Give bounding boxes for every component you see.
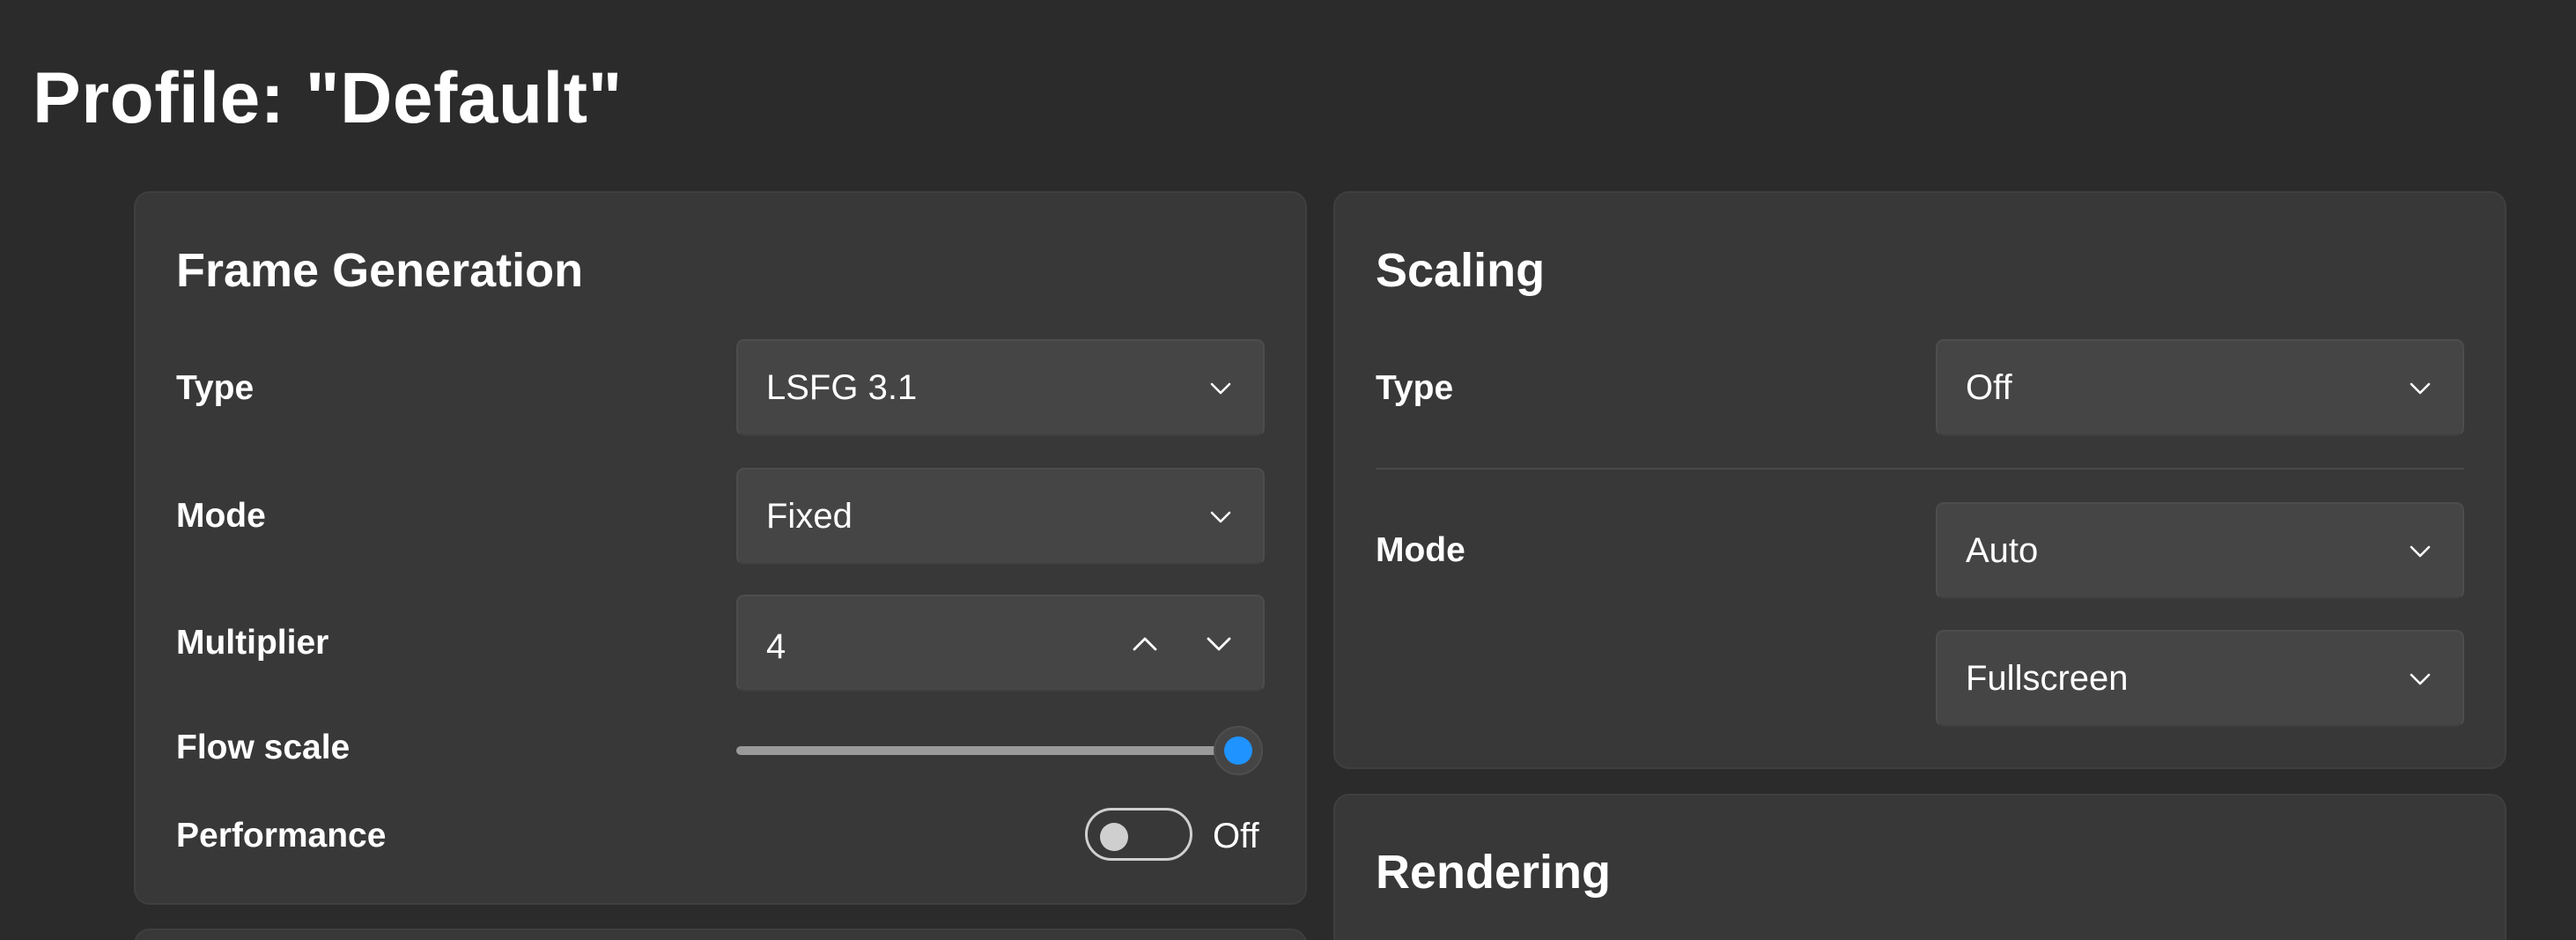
scaling-mode-dropdown[interactable]: Auto — [1936, 502, 2464, 599]
scaling-mode-label: Mode — [1376, 531, 1465, 569]
performance-toggle[interactable] — [1085, 808, 1192, 861]
chevron-down-icon — [2410, 673, 2431, 685]
fg-flow-scale-label: Flow scale — [176, 729, 351, 766]
flow-scale-slider-track[interactable] — [736, 746, 1240, 755]
fg-mode-dropdown[interactable]: Fixed — [736, 468, 1265, 565]
multiplier-value: 4 — [766, 627, 786, 666]
chevron-down-icon — [1210, 382, 1231, 395]
scaling-fit-dropdown[interactable]: Fullscreen — [1936, 630, 2464, 727]
scaling-type-label: Type — [1376, 369, 1454, 407]
chevron-down-icon — [1210, 511, 1231, 523]
slider-thumb-dot — [1224, 736, 1252, 765]
page-title: Profile: "Default" — [33, 58, 623, 138]
fg-mode-label: Mode — [176, 497, 266, 535]
fg-type-dropdown[interactable]: LSFG 3.1 — [736, 339, 1265, 436]
fg-multiplier-label: Multiplier — [176, 624, 329, 662]
performance-toggle-state: Off — [1213, 817, 1259, 855]
next-section-card — [134, 929, 1307, 940]
scaling-title: Scaling — [1376, 244, 1546, 297]
fg-performance-label: Performance — [176, 817, 387, 855]
fg-type-value: LSFG 3.1 — [766, 368, 918, 407]
rendering-title: Rendering — [1376, 846, 1612, 899]
profile-page: Profile: "Default" Frame Generation Type… — [0, 0, 2576, 940]
chevron-down-icon[interactable] — [1201, 626, 1236, 662]
fg-type-label: Type — [176, 369, 255, 407]
chevron-down-icon — [2410, 545, 2431, 558]
toggle-knob — [1100, 823, 1128, 851]
flow-scale-slider-thumb[interactable] — [1214, 726, 1263, 775]
scaling-mode-value: Auto — [1966, 531, 2039, 570]
fg-mode-value: Fixed — [766, 497, 853, 536]
chevron-down-icon — [2410, 382, 2431, 395]
multiplier-stepper[interactable]: 4 — [736, 595, 1265, 692]
scaling-fit-value: Fullscreen — [1966, 659, 2129, 698]
scaling-type-value: Off — [1966, 368, 2012, 407]
chevron-up-icon[interactable] — [1127, 626, 1163, 662]
frame-generation-title: Frame Generation — [176, 244, 584, 297]
scaling-divider — [1376, 468, 2464, 470]
scaling-type-dropdown[interactable]: Off — [1936, 339, 2464, 436]
